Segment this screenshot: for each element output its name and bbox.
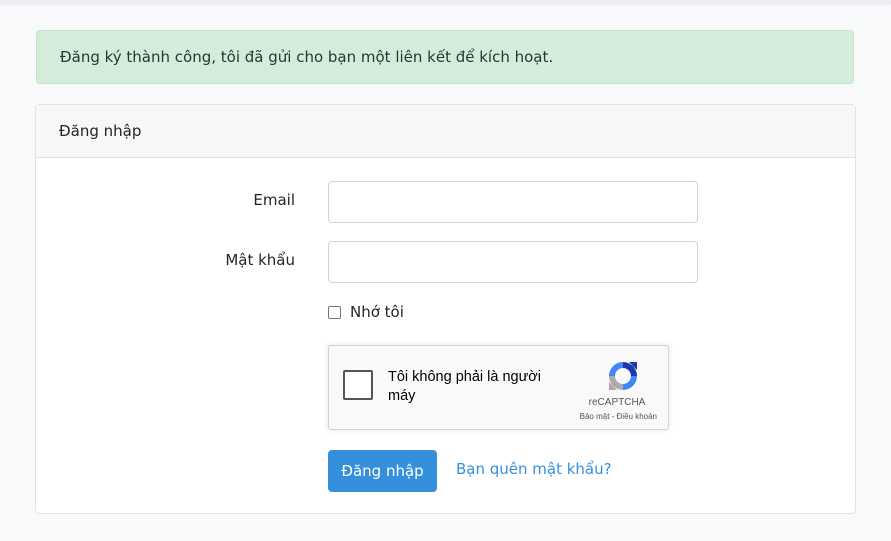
recaptcha-checkbox-label: Tôi không phải là người máy [388, 369, 542, 404]
recaptcha-terms-links[interactable]: Bảo mật - Điều khoản [557, 412, 657, 421]
recaptcha-brand: reCAPTCHA [588, 397, 646, 408]
password-label: Mật khẩu [225, 251, 295, 269]
recaptcha-widget: Tôi không phải là người máy reCAPTCHA Bả… [328, 345, 669, 430]
success-alert: Đăng ký thành công, tôi đã gửi cho bạn m… [36, 30, 854, 84]
login-button[interactable]: Đăng nhập [328, 450, 437, 492]
login-card-title: Đăng nhập [59, 122, 142, 140]
recaptcha-checkbox[interactable] [343, 370, 373, 400]
login-card-header: Đăng nhập [36, 105, 855, 158]
top-navbar-edge [0, 0, 891, 4]
remember-me[interactable]: Nhớ tôi [328, 303, 404, 321]
recaptcha-logo-icon [609, 362, 637, 390]
remember-me-checkbox[interactable] [328, 305, 341, 319]
password-input[interactable] [328, 241, 698, 283]
forgot-password-link[interactable]: Bạn quên mật khẩu? [456, 460, 612, 478]
email-label: Email [253, 191, 295, 209]
email-input[interactable] [328, 181, 698, 223]
remember-me-label: Nhớ tôi [350, 303, 404, 321]
login-card: Đăng nhập Email Mật khẩu Nhớ tôi Tôi khô… [35, 104, 856, 514]
success-alert-message: Đăng ký thành công, tôi đã gửi cho bạn m… [60, 48, 554, 66]
